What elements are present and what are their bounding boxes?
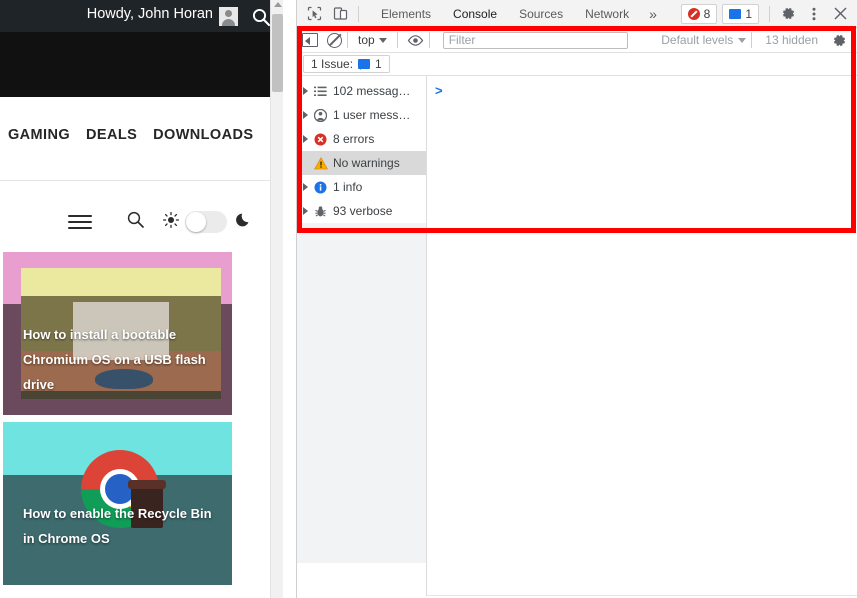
sidebar-item-errors[interactable]: 8 errors: [297, 127, 426, 151]
error-count-label: 8: [703, 6, 711, 21]
browser-page-viewport: Howdy, John Horan GAMING DEALS DOWNLOADS: [0, 0, 283, 598]
list-icon: [313, 86, 328, 97]
search-icon[interactable]: [126, 210, 145, 234]
page-scrollbar[interactable]: [270, 0, 283, 598]
expand-arrow-icon[interactable]: [303, 183, 308, 191]
user-avatar-icon[interactable]: [219, 7, 238, 26]
close-icon[interactable]: [827, 2, 853, 26]
sidebar-item-info[interactable]: 1 info: [297, 175, 426, 199]
issue-message-icon: [358, 59, 371, 69]
tabbar-right-controls: 8 1: [680, 2, 853, 26]
gear-icon[interactable]: [826, 28, 852, 52]
greeting-text: Howdy, John Horan: [86, 6, 213, 22]
device-toolbar-icon[interactable]: [327, 2, 353, 26]
sidebar-item-user-messages[interactable]: 1 user mess…: [297, 103, 426, 127]
issues-bar: 1 Issue: 1: [297, 53, 857, 76]
devtools-tab-list: Elements Console Sources Network »: [370, 0, 666, 28]
console-bottom-divider: [427, 595, 857, 596]
execution-context-label: top: [358, 33, 375, 47]
more-options-icon[interactable]: [801, 2, 827, 26]
info-icon: [313, 181, 328, 194]
sidebar-item-warnings[interactable]: No warnings: [297, 151, 426, 175]
log-levels-label: Default levels: [661, 33, 734, 47]
error-count-badge[interactable]: 8: [680, 3, 718, 24]
expand-arrow-icon[interactable]: [303, 135, 308, 143]
clear-console-icon[interactable]: [327, 32, 342, 48]
devtools-panel: Elements Console Sources Network » 8 1 t…: [296, 0, 857, 598]
bug-icon: [313, 205, 328, 218]
screenshot-root: Howdy, John Horan GAMING DEALS DOWNLOADS: [0, 0, 857, 598]
message-count-badge[interactable]: 1: [722, 3, 759, 24]
sidebar-item-label: 93 verbose: [333, 204, 393, 218]
sidebar-item-label: 102 messag…: [333, 84, 411, 98]
message-icon: [729, 8, 742, 19]
sidebar-item-messages[interactable]: 102 messag…: [297, 79, 426, 103]
search-icon[interactable]: [251, 7, 271, 27]
live-expression-icon[interactable]: [407, 34, 424, 46]
article-title: How to install a bootable Chromium OS on…: [23, 327, 206, 392]
site-admin-bar: Howdy, John Horan: [0, 0, 283, 32]
error-icon: [313, 133, 328, 146]
console-prompt-icon: >: [435, 83, 443, 98]
console-toolbar: top Default levels 13 hidden: [297, 28, 857, 53]
nav-divider: [0, 180, 283, 181]
article-card[interactable]: How to install a bootable Chromium OS on…: [3, 252, 232, 415]
log-levels-selector[interactable]: Default levels: [661, 33, 747, 47]
inspect-element-icon[interactable]: [301, 2, 327, 26]
tab-sources[interactable]: Sources: [508, 0, 574, 28]
site-header-banner: [0, 32, 283, 97]
issue-count-chip[interactable]: 1 Issue: 1: [303, 55, 390, 73]
scroll-up-arrow-icon[interactable]: [274, 2, 282, 7]
site-nav: GAMING DEALS DOWNLOADS: [0, 97, 283, 180]
chevron-down-icon: [378, 37, 387, 43]
expand-arrow-icon[interactable]: [303, 207, 308, 215]
hidden-messages-count[interactable]: 13 hidden: [765, 33, 818, 47]
user-icon: [313, 108, 328, 122]
tab-console[interactable]: Console: [442, 0, 508, 28]
nav-item-downloads[interactable]: DOWNLOADS: [153, 127, 253, 143]
moon-icon: [236, 211, 253, 233]
console-filter-input[interactable]: [442, 31, 628, 49]
tab-network[interactable]: Network: [574, 0, 640, 28]
console-output-area[interactable]: >: [427, 76, 857, 596]
issue-count: 1: [375, 57, 382, 71]
sun-icon: [162, 211, 180, 233]
gear-icon[interactable]: [775, 2, 801, 26]
expand-arrow-icon[interactable]: [303, 87, 308, 95]
article-card[interactable]: How to enable the Recycle Bin in Chrome …: [3, 422, 232, 585]
chevron-down-icon: [738, 37, 747, 43]
page-tools-row: [0, 200, 283, 244]
sidebar-item-label: 1 info: [333, 180, 363, 194]
issue-label: 1 Issue:: [311, 57, 354, 71]
message-count-label: 1: [745, 6, 752, 21]
tabbar-divider: [358, 5, 359, 22]
nav-item-deals[interactable]: DEALS: [86, 127, 137, 143]
warning-icon: [313, 156, 328, 170]
error-icon: [687, 7, 700, 20]
console-sidebar: 102 messag… 1 user mess… 8 errors No war…: [297, 76, 427, 596]
execution-context-selector[interactable]: top: [353, 32, 392, 48]
hamburger-menu-icon[interactable]: [68, 211, 92, 234]
console-sidebar-toggle-icon[interactable]: [302, 33, 318, 47]
theme-toggle[interactable]: [185, 211, 227, 233]
sidebar-item-label: No warnings: [333, 156, 400, 170]
scrollbar-thumb[interactable]: [272, 14, 283, 92]
more-tabs-icon[interactable]: »: [640, 6, 666, 22]
console-body: 102 messag… 1 user mess… 8 errors No war…: [297, 76, 857, 596]
console-sidebar-filler: [297, 223, 426, 563]
devtools-tabbar: Elements Console Sources Network » 8 1: [297, 0, 857, 28]
sidebar-item-label: 8 errors: [333, 132, 375, 146]
expand-arrow-icon[interactable]: [303, 111, 308, 119]
sidebar-item-label: 1 user mess…: [333, 108, 411, 122]
sidebar-item-verbose[interactable]: 93 verbose: [297, 199, 426, 223]
tab-elements[interactable]: Elements: [370, 0, 442, 28]
article-title: How to enable the Recycle Bin in Chrome …: [23, 506, 212, 546]
toggle-knob: [186, 212, 206, 232]
nav-item-gaming[interactable]: GAMING: [8, 127, 70, 143]
